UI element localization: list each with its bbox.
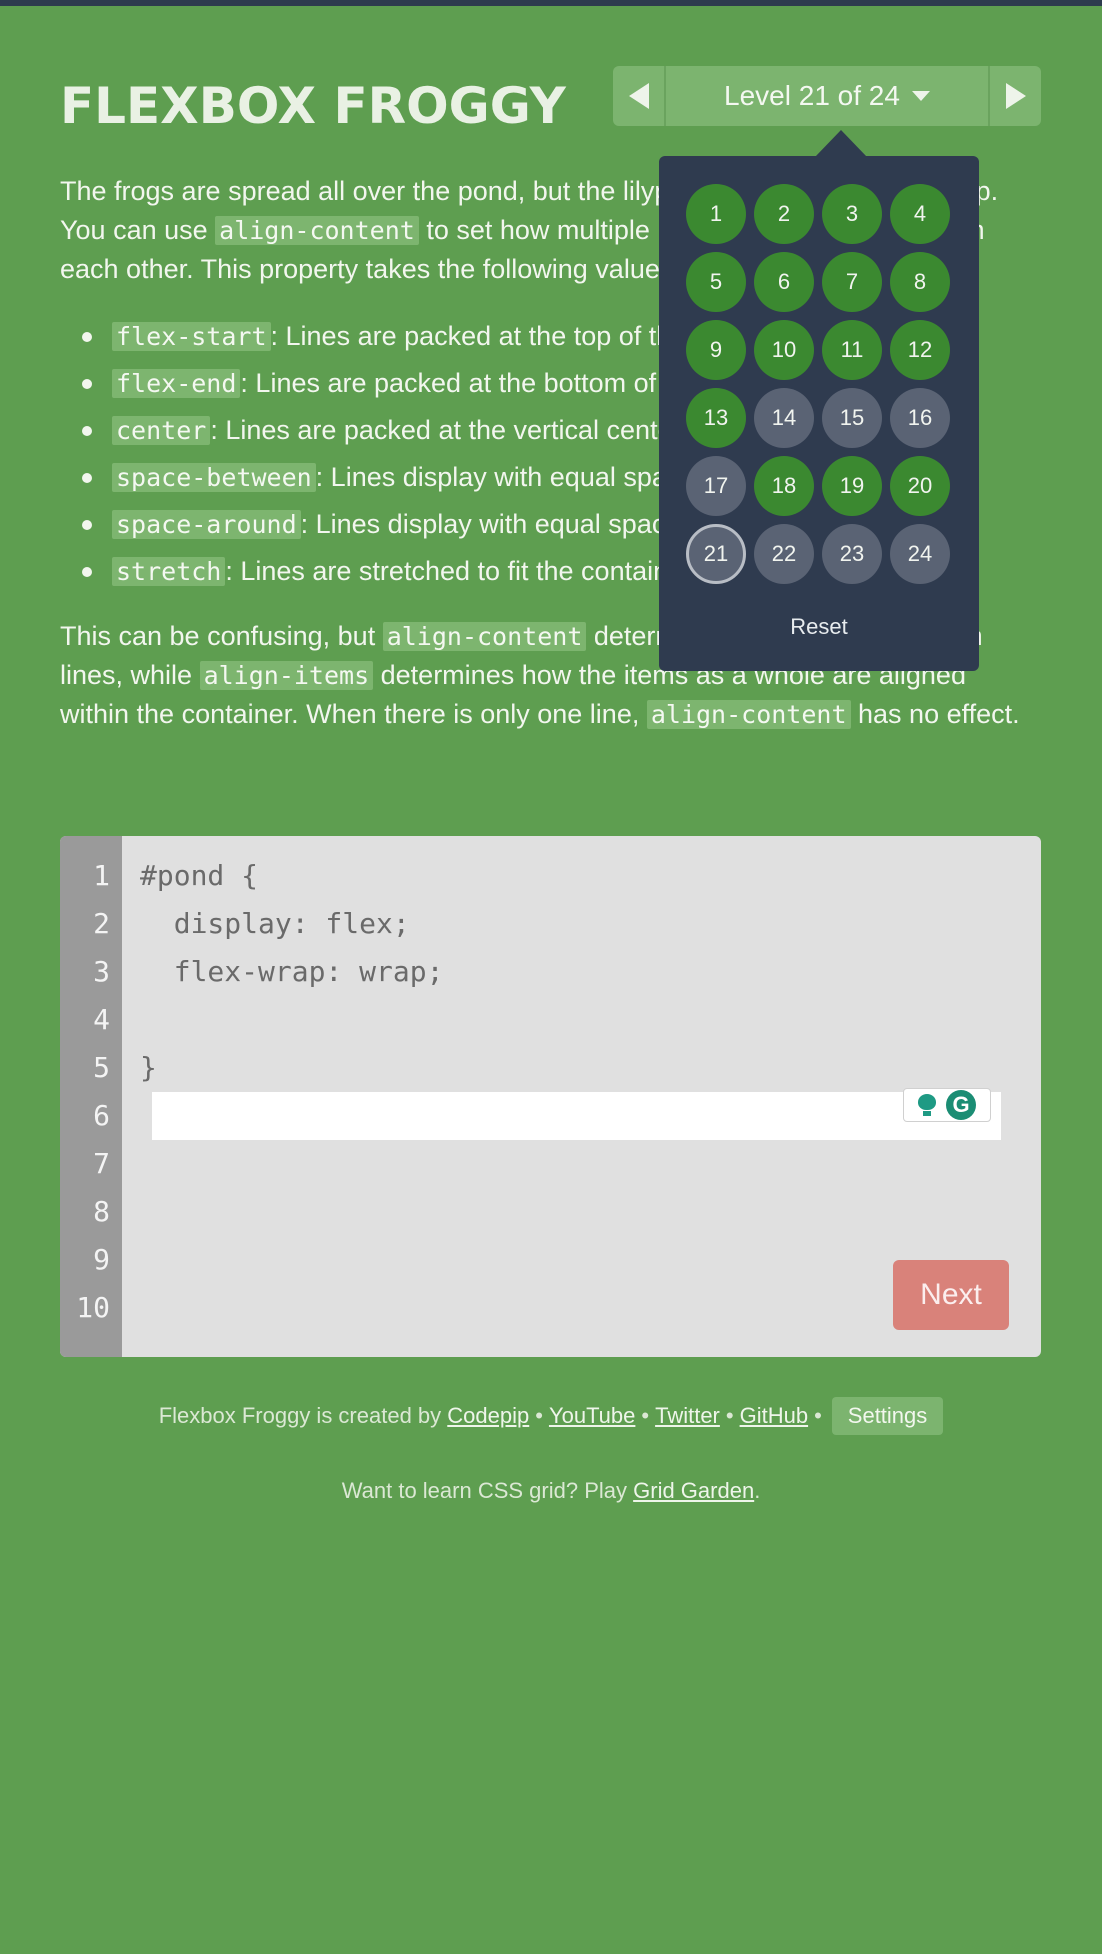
grammarly-icon: G (946, 1090, 976, 1120)
line-number: 10 (76, 1291, 110, 1324)
level-2-button[interactable]: 2 (754, 184, 814, 244)
level-9-button[interactable]: 9 (686, 320, 746, 380)
code-line: display: flex; (140, 907, 410, 940)
line-number-gutter: 1 2 3 4 5 6 7 8 9 10 (60, 836, 122, 1357)
code-line: flex-wrap: wrap; (140, 955, 444, 988)
line-number: 1 (93, 859, 110, 892)
line-number: 5 (93, 1051, 110, 1084)
level-23-button[interactable]: 23 (822, 524, 882, 584)
settings-button[interactable]: Settings (831, 1397, 944, 1435)
next-level-arrow-button[interactable] (988, 66, 1041, 126)
arrow-right-icon (1005, 83, 1026, 109)
twitter-link[interactable]: Twitter (655, 1403, 720, 1428)
level-label: Level 21 of 24 (724, 80, 900, 111)
code-editor: 1 2 3 4 5 6 7 8 9 10 #pond { display: fl… (60, 836, 1041, 1357)
level-grid: 1 2 3 4 5 6 7 8 9 10 11 12 13 14 15 16 17 18 19 20 21 22 23 24 (686, 184, 950, 584)
credits: Flexbox Froggy is created by Codepip • You… (0, 1397, 1102, 1435)
level-19-button[interactable]: 19 (822, 456, 882, 516)
level-11-button[interactable]: 11 (822, 320, 882, 380)
level-16-button[interactable]: 16 (890, 388, 950, 448)
previous-level-button[interactable] (613, 66, 666, 126)
level-navigation: Level 21 of 24 (613, 66, 1041, 126)
level-20-button[interactable]: 20 (890, 456, 950, 516)
github-link[interactable]: GitHub (740, 1403, 808, 1428)
game-title: FLEXBOX FROGGY (60, 77, 566, 135)
level-6-button[interactable]: 6 (754, 252, 814, 312)
arrow-left-icon (628, 83, 649, 109)
level-13-button[interactable]: 13 (686, 388, 746, 448)
line-number: 4 (93, 1003, 110, 1036)
level-17-button[interactable]: 17 (686, 456, 746, 516)
caret-down-icon (911, 91, 930, 101)
level-3-button[interactable]: 3 (822, 184, 882, 244)
reset-button[interactable]: Reset (659, 614, 979, 640)
line-number: 8 (93, 1195, 110, 1228)
level-5-button[interactable]: 5 (686, 252, 746, 312)
line-number: 9 (93, 1243, 110, 1276)
code-line: #pond { (140, 859, 259, 892)
level-selector-dropdown: 1 2 3 4 5 6 7 8 9 10 11 12 13 14 15 16 17 18 19 20 21 22 23 24 … (659, 156, 979, 671)
css-answer-input[interactable]: G (152, 1088, 1001, 1140)
level-1-button[interactable]: 1 (686, 184, 746, 244)
line-number: 7 (93, 1147, 110, 1180)
grid-garden-promo: Want to learn CSS grid? Play Grid Garden… (341, 1478, 761, 1503)
next-button[interactable]: Next (893, 1260, 1009, 1330)
grammarly-widget[interactable]: G (903, 1088, 991, 1122)
dropdown-pointer (815, 130, 867, 157)
level-indicator[interactable]: Level 21 of 24 (666, 66, 988, 126)
line-number: 6 (93, 1099, 110, 1132)
level-8-button[interactable]: 8 (890, 252, 950, 312)
level-24-button[interactable]: 24 (890, 524, 950, 584)
level-22-button[interactable]: 22 (754, 524, 814, 584)
level-18-button[interactable]: 18 (754, 456, 814, 516)
code-snippet: align-content (215, 216, 419, 245)
code-area: #pond { display: flex; flex-wrap: wrap; … (140, 852, 1021, 1140)
level-4-button[interactable]: 4 (890, 184, 950, 244)
level-12-button[interactable]: 12 (890, 320, 950, 380)
level-7-button[interactable]: 7 (822, 252, 882, 312)
lightbulb-icon (918, 1094, 936, 1116)
level-10-button[interactable]: 10 (754, 320, 814, 380)
line-number: 3 (93, 955, 110, 988)
game-page: FLEXBOX FROGGY Level 21 of 24 The frogs … (0, 6, 1102, 1954)
code-input-line: G (140, 996, 1021, 1140)
line-number: 2 (93, 907, 110, 940)
level-15-button[interactable]: 15 (822, 388, 882, 448)
codepip-link[interactable]: Codepip (447, 1403, 529, 1428)
grid-garden-link[interactable]: Grid Garden (633, 1478, 754, 1503)
level-21-button[interactable]: 21 (686, 524, 746, 584)
level-14-button[interactable]: 14 (754, 388, 814, 448)
youtube-link[interactable]: YouTube (549, 1403, 635, 1428)
